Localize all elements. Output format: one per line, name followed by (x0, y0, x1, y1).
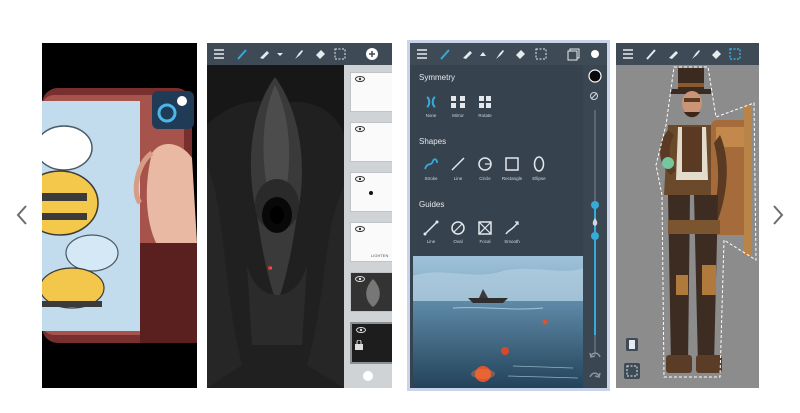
shape-stroke-label: Stroke (424, 176, 438, 181)
brush-icon[interactable] (644, 47, 658, 61)
chevron-left-icon (16, 205, 27, 225)
add-layer-icon[interactable] (365, 47, 379, 61)
layer-4[interactable]: LIGHTEN (350, 222, 392, 262)
guide-focal-label: Focal (479, 239, 491, 244)
layer-settings-dot-icon[interactable] (362, 370, 374, 382)
shape-rectangle-label: Rectangle (501, 176, 523, 181)
color-dot-icon[interactable] (588, 47, 602, 61)
eraser-icon[interactable] (460, 47, 474, 61)
paste-icon[interactable] (624, 336, 640, 352)
brush-icon[interactable] (438, 47, 452, 61)
eraser-icon[interactable] (666, 47, 680, 61)
layer-alien-thumbnail (366, 279, 380, 307)
screenshot-1-video-thumbnail[interactable] (42, 43, 197, 388)
eye-icon[interactable] (355, 126, 365, 132)
layer-1[interactable] (350, 72, 392, 112)
chevron-right-icon (773, 205, 784, 225)
top-toolbar (207, 43, 392, 65)
shape-line-label: Line (453, 176, 463, 181)
smudge-icon[interactable] (291, 47, 305, 61)
eye-icon[interactable] (356, 327, 366, 333)
shape-circle-label: Circle (479, 176, 491, 181)
layer-2[interactable] (350, 122, 392, 162)
selection-icon[interactable] (534, 47, 548, 61)
lock-icon[interactable] (354, 340, 364, 350)
guide-oval-icon[interactable] (449, 219, 467, 237)
guide-smooth-icon[interactable] (503, 219, 521, 237)
eye-icon[interactable] (355, 176, 365, 182)
layer-5[interactable] (350, 272, 392, 312)
shapes-heading: Shapes (419, 137, 447, 146)
shape-ellipse-label: Ellipse (532, 176, 546, 181)
top-toolbar (616, 43, 759, 65)
screenshot-2-layers[interactable]: LIGHTEN (207, 43, 392, 388)
eye-icon[interactable] (355, 76, 365, 82)
menu-icon[interactable] (415, 47, 429, 61)
layer-blend-label: LIGHTEN (371, 253, 389, 258)
symmetry-mirror-label: Mirror (452, 113, 464, 118)
layer-6-selected[interactable] (350, 322, 392, 364)
smudge-icon[interactable] (688, 47, 702, 61)
shape-line-icon[interactable] (449, 155, 467, 173)
top-toolbar (410, 43, 607, 65)
menu-icon[interactable] (212, 47, 226, 61)
opacity-slider-fill (594, 235, 596, 335)
opacity-slider-thumb[interactable] (590, 231, 600, 241)
shape-circle-icon[interactable] (476, 155, 494, 173)
symmetry-none-icon[interactable] (422, 93, 440, 111)
previous-arrow-button[interactable] (12, 200, 32, 230)
symmetry-heading: Symmetry (419, 73, 455, 82)
fill-icon[interactable] (709, 47, 723, 61)
screenshot-4-character-selection[interactable] (616, 43, 759, 388)
symmetry-mirror-icon[interactable] (449, 93, 467, 111)
smudge-icon[interactable] (492, 47, 506, 61)
brush-sliders (583, 65, 607, 388)
guide-oval-label: Oval (453, 239, 463, 244)
eyedropper-icon[interactable] (589, 91, 599, 101)
shape-ellipse-icon[interactable] (530, 155, 548, 173)
shape-stroke-icon[interactable] (422, 155, 440, 173)
dropdown-up-icon[interactable] (476, 47, 490, 61)
color-swatch-icon[interactable] (588, 69, 602, 83)
guide-line-label: Line (426, 239, 436, 244)
opacity-drop-icon (592, 218, 598, 226)
tablet-hand-video-frame (42, 88, 197, 343)
dropdown-icon[interactable] (273, 47, 287, 61)
layer-dot-thumbnail (369, 191, 373, 195)
selection-icon-active[interactable] (728, 47, 742, 61)
layers-panel: LIGHTEN (344, 65, 392, 388)
undo-icon[interactable] (588, 350, 602, 362)
layer-3[interactable] (350, 172, 392, 212)
selection-tool-icon[interactable] (624, 363, 640, 379)
fill-icon[interactable] (313, 47, 327, 61)
eraser-icon[interactable] (257, 47, 271, 61)
guide-focal-icon[interactable] (476, 219, 494, 237)
brush-icon[interactable] (235, 47, 249, 61)
guides-heading: Guides (419, 200, 445, 209)
eye-icon[interactable] (355, 226, 365, 232)
size-slider-thumb[interactable] (590, 200, 600, 210)
menu-icon[interactable] (621, 47, 635, 61)
shape-rectangle-icon[interactable] (503, 155, 521, 173)
fill-icon[interactable] (513, 47, 527, 61)
boat-painting-canvas (413, 256, 583, 388)
selection-icon[interactable] (333, 47, 347, 61)
screenshot-3-tools-panel[interactable]: Symmetry None Mirror Rotate Shapes Strok… (407, 40, 610, 391)
symmetry-rotate-icon[interactable] (476, 93, 494, 111)
alien-artwork-canvas (207, 65, 344, 388)
guide-smooth-label: Smooth (504, 239, 520, 244)
layers-icon[interactable] (567, 47, 581, 61)
symmetry-none-label: None (425, 113, 437, 118)
next-arrow-button[interactable] (768, 200, 788, 230)
guide-line-icon[interactable] (422, 219, 440, 237)
symmetry-rotate-label: Rotate (478, 113, 492, 118)
redo-icon[interactable] (588, 370, 602, 382)
